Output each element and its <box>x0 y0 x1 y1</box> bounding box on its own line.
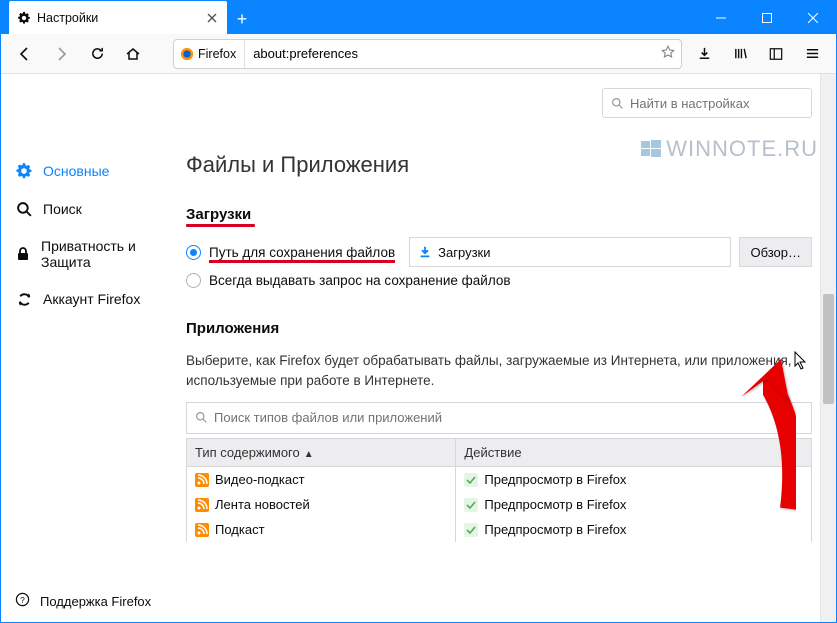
feed-icon <box>195 523 209 537</box>
preview-icon <box>464 498 478 512</box>
apps-description: Выберите, как Firefox будет обрабатывать… <box>186 351 812 392</box>
svg-text:?: ? <box>20 595 25 605</box>
main-panel: Найти в настройках Файлы и Приложения За… <box>176 74 836 622</box>
bookmark-star-icon[interactable] <box>661 45 675 62</box>
table-row[interactable]: Видео-подкаст Предпросмотр в Firefox <box>187 466 812 492</box>
save-to-radio[interactable] <box>186 245 201 260</box>
toolbar: Firefox <box>1 34 836 74</box>
col-content-type[interactable]: Тип содержимого▲ <box>187 438 456 466</box>
sidebar-item-general[interactable]: Основные <box>1 152 176 190</box>
reload-button[interactable] <box>81 38 113 70</box>
sidebar-item-label: Аккаунт Firefox <box>43 291 140 307</box>
download-arrow-icon <box>418 245 432 259</box>
titlebar: Настройки + <box>1 1 836 34</box>
library-icon[interactable] <box>724 38 756 70</box>
browser-tab[interactable]: Настройки <box>9 1 227 34</box>
forward-button[interactable] <box>45 38 77 70</box>
table-row[interactable]: Лента новостей Предпросмотр в Firefox <box>187 492 812 517</box>
always-ask-radio[interactable] <box>186 273 201 288</box>
home-button[interactable] <box>117 38 149 70</box>
sidebar-item-label: Основные <box>43 163 109 179</box>
support-label: Поддержка Firefox <box>40 594 151 609</box>
preview-icon <box>464 473 478 487</box>
identity-box[interactable]: Firefox <box>180 40 245 68</box>
search-placeholder: Найти в настройках <box>630 96 750 111</box>
gear-icon <box>15 162 33 180</box>
apps-table: Тип содержимого▲ Действие Видео-подкаст … <box>186 438 812 542</box>
sort-asc-icon: ▲ <box>304 449 314 460</box>
window-maximize-button[interactable] <box>744 1 790 34</box>
url-input[interactable] <box>251 45 655 62</box>
apps-search-placeholder: Поиск типов файлов или приложений <box>214 410 442 425</box>
url-bar[interactable]: Firefox <box>173 39 682 69</box>
back-button[interactable] <box>9 38 41 70</box>
window-minimize-button[interactable] <box>698 1 744 34</box>
always-ask-label: Всегда выдавать запрос на сохранение фай… <box>209 273 511 288</box>
table-row[interactable]: Подкаст Предпросмотр в Firefox <box>187 517 812 542</box>
downloads-heading: Загрузки <box>186 206 251 223</box>
sync-icon <box>15 290 33 308</box>
col-action[interactable]: Действие <box>456 438 812 466</box>
preview-icon <box>464 523 478 537</box>
feed-icon <box>195 498 209 512</box>
feed-icon <box>195 473 209 487</box>
menu-button[interactable] <box>796 38 828 70</box>
sidebar-item-label: Поиск <box>43 201 82 217</box>
new-tab-button[interactable]: + <box>227 4 257 34</box>
search-icon <box>195 411 208 424</box>
sidebar-item-privacy[interactable]: Приватность и Защита <box>1 228 176 280</box>
sidebar: Основные Поиск Приватность и Защита Акка… <box>1 74 176 622</box>
lock-icon <box>15 245 31 263</box>
sidebar-item-search[interactable]: Поиск <box>1 190 176 228</box>
apps-search[interactable]: Поиск типов файлов или приложений <box>186 402 812 434</box>
preferences-search[interactable]: Найти в настройках <box>602 88 812 118</box>
downloads-icon[interactable] <box>688 38 720 70</box>
close-tab-icon[interactable] <box>205 11 219 25</box>
tab-title: Настройки <box>37 11 199 25</box>
apps-heading: Приложения <box>186 320 279 337</box>
identity-label: Firefox <box>198 47 236 61</box>
browse-button[interactable]: Обзор… <box>739 237 812 267</box>
firefox-icon <box>180 47 194 61</box>
save-to-label: Путь для сохранения файлов <box>209 245 395 260</box>
search-icon <box>611 97 624 110</box>
download-folder-field[interactable]: Загрузки <box>409 237 731 267</box>
sidebar-toggle-icon[interactable] <box>760 38 792 70</box>
download-folder-name: Загрузки <box>438 245 490 260</box>
search-icon <box>15 200 33 218</box>
question-icon: ? <box>15 592 30 610</box>
window-close-button[interactable] <box>790 1 836 34</box>
sidebar-item-sync[interactable]: Аккаунт Firefox <box>1 280 176 318</box>
page-heading: Файлы и Приложения <box>186 152 812 178</box>
gear-icon <box>17 11 31 25</box>
scrollbar-thumb[interactable] <box>823 294 834 404</box>
sidebar-support[interactable]: ? Поддержка Firefox <box>1 580 176 622</box>
scrollbar[interactable] <box>820 74 836 622</box>
sidebar-item-label: Приватность и Защита <box>41 238 162 270</box>
